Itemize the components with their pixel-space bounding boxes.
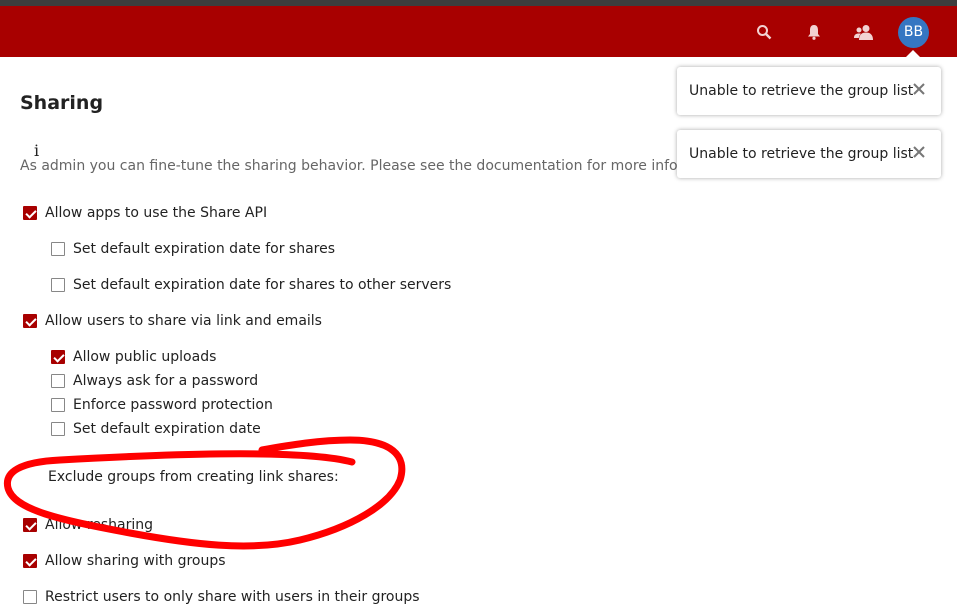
share-api-option[interactable]: Allow apps to use the Share API: [23, 205, 267, 221]
ask-password-checkbox[interactable]: [51, 374, 65, 388]
link-expiration-option[interactable]: Set default expiration date: [51, 421, 261, 437]
restrict-groups-label: Restrict users to only share with users …: [45, 589, 420, 605]
section-title: Sharing: [20, 92, 104, 114]
link-expiration-label: Set default expiration date: [73, 421, 261, 437]
restrict-groups-option[interactable]: Restrict users to only share with users …: [23, 589, 420, 605]
default-expiration-option[interactable]: Set default expiration date for shares: [51, 241, 335, 257]
contacts-menu-button[interactable]: [849, 6, 879, 57]
notification-toast: Unable to retrieve the group list: [677, 67, 941, 115]
default-expiration-remote-label: Set default expiration date for shares t…: [73, 277, 452, 293]
public-uploads-label: Allow public uploads: [73, 349, 217, 365]
enforce-password-checkbox[interactable]: [51, 398, 65, 412]
notification-toast: Unable to retrieve the group list: [677, 130, 941, 178]
enforce-password-label: Enforce password protection: [73, 397, 273, 413]
ask-password-option[interactable]: Always ask for a password: [51, 373, 258, 389]
default-expiration-remote-option[interactable]: Set default expiration date for shares t…: [51, 277, 451, 293]
user-avatar[interactable]: BB: [898, 17, 929, 48]
resharing-label: Allow resharing: [45, 517, 154, 533]
share-api-label: Allow apps to use the Share API: [45, 205, 268, 221]
public-uploads-option[interactable]: Allow public uploads: [51, 349, 216, 365]
share-link-option[interactable]: Allow users to share via link and emails: [23, 313, 322, 329]
exclude-groups-label: Exclude groups from creating link shares…: [48, 469, 339, 485]
app-header: BB: [0, 6, 957, 57]
toast-message: Unable to retrieve the group list: [689, 146, 914, 162]
link-expiration-checkbox[interactable]: [51, 422, 65, 436]
bell-icon: [807, 24, 821, 40]
section-hint: As admin you can fine-tune the sharing b…: [20, 158, 737, 174]
toast-message: Unable to retrieve the group list: [689, 83, 914, 99]
default-expiration-remote-checkbox[interactable]: [51, 278, 65, 292]
search-button[interactable]: [749, 6, 779, 57]
contacts-icon: [854, 24, 874, 40]
group-sharing-option[interactable]: Allow sharing with groups: [23, 553, 226, 569]
close-icon[interactable]: [911, 81, 927, 97]
search-icon: [756, 24, 772, 40]
notifications-button[interactable]: [799, 6, 829, 57]
public-uploads-checkbox[interactable]: [51, 350, 65, 364]
default-expiration-checkbox[interactable]: [51, 242, 65, 256]
share-link-checkbox[interactable]: [23, 314, 37, 328]
close-icon[interactable]: [911, 144, 927, 160]
resharing-option[interactable]: Allow resharing: [23, 517, 153, 533]
share-link-label: Allow users to share via link and emails: [45, 313, 322, 329]
group-sharing-checkbox[interactable]: [23, 554, 37, 568]
enforce-password-option[interactable]: Enforce password protection: [51, 397, 273, 413]
share-api-checkbox[interactable]: [23, 206, 37, 220]
restrict-groups-checkbox[interactable]: [23, 590, 37, 604]
group-sharing-label: Allow sharing with groups: [45, 553, 226, 569]
ask-password-label: Always ask for a password: [73, 373, 259, 389]
default-expiration-label: Set default expiration date for shares: [73, 241, 336, 257]
avatar-menu-caret: [906, 50, 920, 57]
resharing-checkbox[interactable]: [23, 518, 37, 532]
